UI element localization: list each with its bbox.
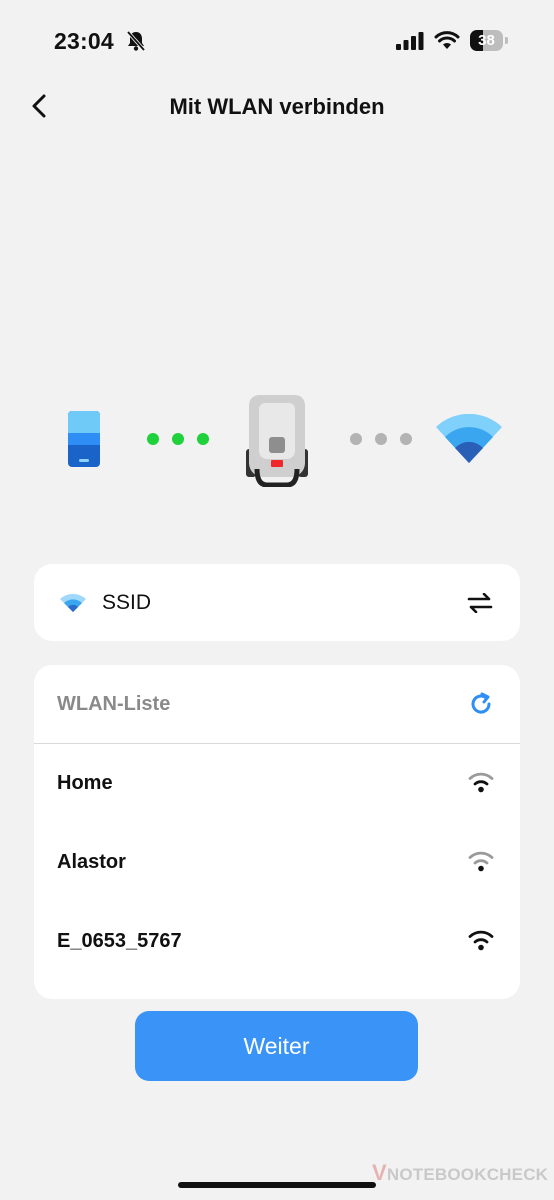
wlan-list-header: WLAN-Liste — [34, 665, 520, 744]
dot — [375, 433, 387, 445]
ssid-card[interactable]: SSID — [34, 564, 520, 641]
swap-arrows-icon[interactable] — [467, 593, 493, 613]
home-indicator[interactable] — [178, 1182, 376, 1188]
wlan-list-item[interactable]: E_0653_5767 — [34, 902, 520, 981]
router-wifi-icon — [436, 414, 502, 463]
dot — [350, 433, 362, 445]
connected-dots — [147, 433, 209, 445]
dot — [400, 433, 412, 445]
refresh-icon[interactable] — [468, 691, 494, 717]
continue-button[interactable]: Weiter — [135, 1011, 418, 1081]
wifi-icon — [60, 593, 86, 612]
network-name: E_0653_5767 — [57, 930, 182, 952]
wlan-list-item[interactable]: Home — [34, 744, 520, 823]
bell-slash-icon — [126, 30, 146, 52]
wlan-list-title: WLAN-Liste — [57, 693, 171, 715]
cellular-signal-icon — [396, 32, 424, 50]
robot-mower-icon — [246, 395, 308, 487]
wifi-status-icon — [434, 31, 460, 49]
wifi-signal-icon — [468, 772, 494, 793]
ssid-label: SSID — [102, 591, 152, 614]
watermark-logo: V — [372, 1160, 387, 1185]
wlan-list-item[interactable]: Alastor — [34, 823, 520, 902]
network-name: Alastor — [57, 851, 126, 873]
battery-level: 38 — [478, 32, 495, 49]
network-name: Home — [57, 772, 113, 794]
dot — [172, 433, 184, 445]
pending-dots — [350, 433, 412, 445]
status-time: 23:04 — [54, 28, 114, 54]
wlan-list-card: WLAN-Liste Home Alastor E_0653_5767 — [34, 665, 520, 999]
wifi-signal-icon — [468, 930, 494, 951]
dot — [197, 433, 209, 445]
phone-icon — [68, 411, 100, 467]
battery-icon: 38 — [470, 30, 508, 52]
dot — [147, 433, 159, 445]
watermark: VNOTEBOOKCHECK — [372, 1160, 548, 1186]
wifi-signal-icon — [468, 851, 494, 872]
page-title: Mit WLAN verbinden — [169, 94, 385, 119]
watermark-text: NOTEBOOKCHECK — [386, 1165, 549, 1184]
